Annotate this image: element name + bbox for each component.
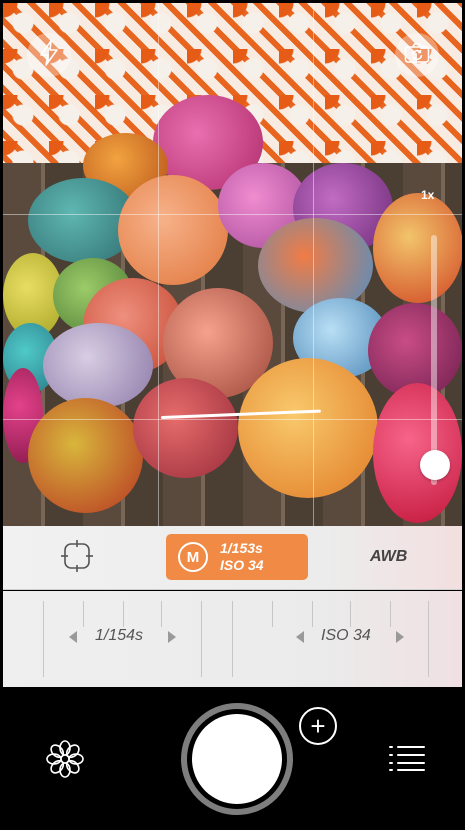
add-button[interactable]: + [299, 707, 337, 745]
yarn-ball [258, 218, 373, 313]
shutter-button-inner [192, 714, 282, 804]
dial-tick [83, 601, 84, 627]
menu-button[interactable] [387, 743, 427, 777]
shutter-decrease-arrow[interactable] [69, 631, 77, 643]
grid-line [3, 214, 462, 215]
shutter-speed-dial[interactable]: 1/154s [3, 591, 232, 687]
camera-viewfinder[interactable]: 1x [3, 3, 462, 526]
grid-line [158, 3, 159, 526]
camera-flip-icon [404, 42, 430, 69]
flash-icon [38, 39, 60, 71]
zoom-slider-track[interactable] [431, 235, 437, 485]
focus-mode-button[interactable] [59, 539, 95, 578]
shutter-increase-arrow[interactable] [168, 631, 176, 643]
iso-increase-arrow[interactable] [396, 631, 404, 643]
manual-mode-badge: M [178, 542, 208, 572]
dial-tick [43, 601, 44, 677]
flower-icon [45, 739, 85, 784]
camera-flip-button[interactable] [395, 33, 439, 77]
mode-bar: M 1/153s ISO 34 AWB [3, 526, 462, 590]
dial-tick [272, 601, 273, 627]
grid-line [313, 3, 314, 526]
dial-tick [161, 601, 162, 627]
dial-tick [312, 601, 313, 627]
manual-mode-button[interactable]: M 1/153s ISO 34 [166, 534, 308, 580]
grid-line [3, 419, 462, 420]
yarn-ball [43, 323, 153, 408]
yarn-ball [373, 193, 462, 303]
shutter-speed-readout: 1/153s [220, 540, 263, 556]
iso-dial[interactable]: ISO 34 [232, 591, 462, 687]
yarn-ball [28, 398, 143, 513]
iso-decrease-arrow[interactable] [296, 631, 304, 643]
white-balance-button[interactable]: AWB [370, 548, 407, 566]
bottom-bar: + [3, 687, 462, 827]
dial-tick [123, 601, 124, 627]
focus-frame-icon [60, 539, 94, 578]
dial-tick [201, 601, 202, 677]
yarn-ball [373, 383, 462, 523]
exposure-summary: 1/153s ISO 34 [220, 540, 264, 574]
yarn-ball [133, 378, 238, 478]
yarn-ball [238, 358, 378, 498]
shutter-speed-value: 1/154s [95, 627, 144, 644]
dial-tick [390, 601, 391, 627]
shutter-button[interactable] [181, 703, 293, 815]
dial-tick [428, 601, 429, 677]
iso-readout: ISO 34 [220, 557, 264, 573]
iso-value: ISO 34 [321, 627, 371, 644]
list-menu-icon [388, 744, 426, 777]
zoom-slider-knob[interactable] [420, 450, 450, 480]
flash-button[interactable] [27, 33, 71, 77]
yarn-ball [118, 175, 228, 285]
zoom-level-label: 1x [421, 188, 435, 202]
dial-tick [350, 601, 351, 627]
filters-button[interactable] [43, 739, 87, 783]
dial-tick [232, 601, 233, 677]
exposure-dials: 1/154s ISO 34 [3, 591, 462, 687]
